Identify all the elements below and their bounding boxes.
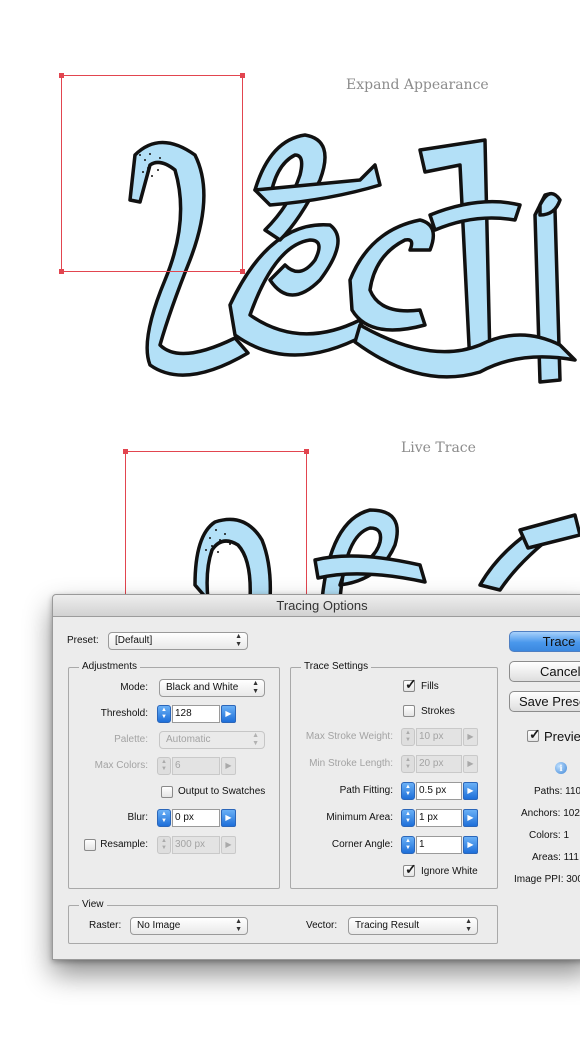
minimum-area-input[interactable]: 1 px [416, 809, 462, 827]
max-colors-arrow-icon[interactable]: ▶ [221, 757, 236, 775]
trace-settings-group: Trace Settings [290, 661, 498, 889]
view-title: View [79, 899, 107, 911]
adjustments-group: Adjustments [68, 661, 280, 889]
preset-select[interactable]: [Default] ▲ ▼ [108, 632, 248, 650]
selection-handle[interactable] [59, 73, 64, 78]
preview-checkbox[interactable] [527, 726, 541, 743]
dialog-title: Tracing Options [276, 598, 368, 613]
selection-handle[interactable] [240, 73, 245, 78]
popup-arrows-icon: ▲ ▼ [465, 918, 472, 933]
raster-value: No Image [137, 920, 181, 931]
strokes-checkbox[interactable] [403, 705, 415, 717]
max-stroke-weight-input[interactable]: 10 px [416, 728, 462, 746]
mode-select[interactable]: Black and White ▲ ▼ [159, 679, 265, 697]
cancel-button[interactable]: Cancel [509, 661, 580, 682]
threshold-input[interactable]: 128 [172, 705, 220, 723]
palette-label: Palette: [114, 734, 148, 745]
min-stroke-length-arrow-icon[interactable]: ▶ [463, 755, 478, 773]
popup-arrows-icon: ▲ ▼ [252, 680, 259, 695]
selection-handle[interactable] [123, 449, 128, 454]
popup-arrows-icon: ▲ ▼ [235, 918, 242, 933]
adjustments-title: Adjustments [79, 661, 141, 673]
min-stroke-length-stepper-icon[interactable]: ▲ ▼ [401, 755, 415, 773]
fills-label: Fills [421, 681, 439, 692]
resample-input[interactable]: 300 px [172, 836, 220, 854]
path-fitting-stepper-icon[interactable]: ▲ ▼ [401, 782, 415, 800]
stat-colors: Colors: 1 [529, 830, 570, 841]
max-colors-input[interactable]: 6 [172, 757, 220, 775]
threshold-label: Threshold: [100, 708, 148, 719]
resample-label: Resample: [100, 839, 148, 850]
strokes-label: Strokes [421, 706, 455, 717]
trace-button[interactable]: Trace [509, 631, 580, 652]
minimum-area-arrow-icon[interactable]: ▶ [463, 809, 478, 827]
min-stroke-length-input[interactable]: 20 px [416, 755, 462, 773]
corner-angle-input[interactable]: 1 [416, 836, 462, 854]
vector-value: Tracing Result [355, 920, 420, 931]
minimum-area-label: Minimum Area: [326, 812, 393, 823]
corner-angle-stepper-icon[interactable]: ▲ ▼ [401, 836, 415, 854]
preview-label: Preview [544, 729, 580, 744]
selection-handle[interactable] [240, 269, 245, 274]
resample-arrow-icon[interactable]: ▶ [221, 836, 236, 854]
blur-label: Blur: [127, 812, 148, 823]
output-to-swatches-checkbox[interactable] [161, 786, 173, 798]
palette-select[interactable]: Automatic ▲ ▼ [159, 731, 265, 749]
preset-value: [Default] [115, 635, 153, 646]
corner-angle-arrow-icon[interactable]: ▶ [463, 836, 478, 854]
resample-stepper-icon[interactable]: ▲ ▼ [157, 836, 171, 854]
preset-label: Preset: [67, 635, 99, 646]
palette-value: Automatic [166, 734, 211, 745]
selection-handle[interactable] [304, 449, 309, 454]
blur-stepper-icon[interactable]: ▲ ▼ [157, 809, 171, 827]
threshold-slider-arrow-icon[interactable]: ▶ [221, 705, 236, 723]
path-fitting-arrow-icon[interactable]: ▶ [463, 782, 478, 800]
ignore-white-label: Ignore White [421, 866, 478, 877]
minimum-area-stepper-icon[interactable]: ▲ ▼ [401, 809, 415, 827]
save-preset-button[interactable]: Save Preset [509, 691, 580, 712]
selection-box-top[interactable] [61, 75, 243, 272]
stat-anchors: Anchors: 102 [521, 808, 580, 819]
mode-label: Mode: [120, 682, 148, 693]
blur-slider-arrow-icon[interactable]: ▶ [221, 809, 236, 827]
selection-box-bottom[interactable] [125, 451, 307, 611]
fills-checkbox[interactable] [403, 676, 417, 693]
max-stroke-weight-stepper-icon[interactable]: ▲ ▼ [401, 728, 415, 746]
stat-image-ppi: Image PPI: 300 [514, 874, 580, 885]
threshold-stepper-icon[interactable]: ▲ ▼ [157, 705, 171, 723]
vector-select[interactable]: Tracing Result ▲ ▼ [348, 917, 478, 935]
ignore-white-checkbox[interactable] [403, 861, 417, 878]
blur-input[interactable]: 0 px [172, 809, 220, 827]
max-colors-label: Max Colors: [94, 760, 148, 771]
output-to-swatches-label: Output to Swatches [178, 786, 266, 797]
path-fitting-label: Path Fitting: [339, 785, 393, 796]
dialog-titlebar[interactable]: Tracing Options [53, 595, 580, 617]
popup-arrows-icon: ▲ ▼ [252, 732, 259, 747]
max-stroke-weight-label: Max Stroke Weight: [305, 731, 393, 742]
info-icon[interactable]: i [555, 762, 567, 774]
path-fitting-input[interactable]: 0.5 px [416, 782, 462, 800]
corner-angle-label: Corner Angle: [331, 839, 393, 850]
max-colors-stepper-icon[interactable]: ▲ ▼ [157, 757, 171, 775]
raster-select[interactable]: No Image ▲ ▼ [130, 917, 248, 935]
popup-arrows-icon: ▲ ▼ [235, 633, 242, 648]
tracing-options-dialog: Tracing Options Preset: [Default] ▲ ▼ Adj… [52, 594, 580, 960]
raster-label: Raster: [89, 920, 122, 931]
min-stroke-length-label: Min Stroke Length: [309, 758, 393, 769]
caption-live-trace: Live Trace [401, 440, 476, 456]
mode-value: Black and White [166, 682, 239, 693]
max-stroke-weight-arrow-icon[interactable]: ▶ [463, 728, 478, 746]
stat-paths: Paths: 110 [534, 786, 580, 797]
stat-areas: Areas: 111 [532, 852, 579, 863]
caption-expand-appearance: Expand Appearance [346, 77, 489, 93]
selection-handle[interactable] [59, 269, 64, 274]
vector-label: Vector: [306, 920, 338, 931]
trace-settings-title: Trace Settings [301, 661, 372, 673]
